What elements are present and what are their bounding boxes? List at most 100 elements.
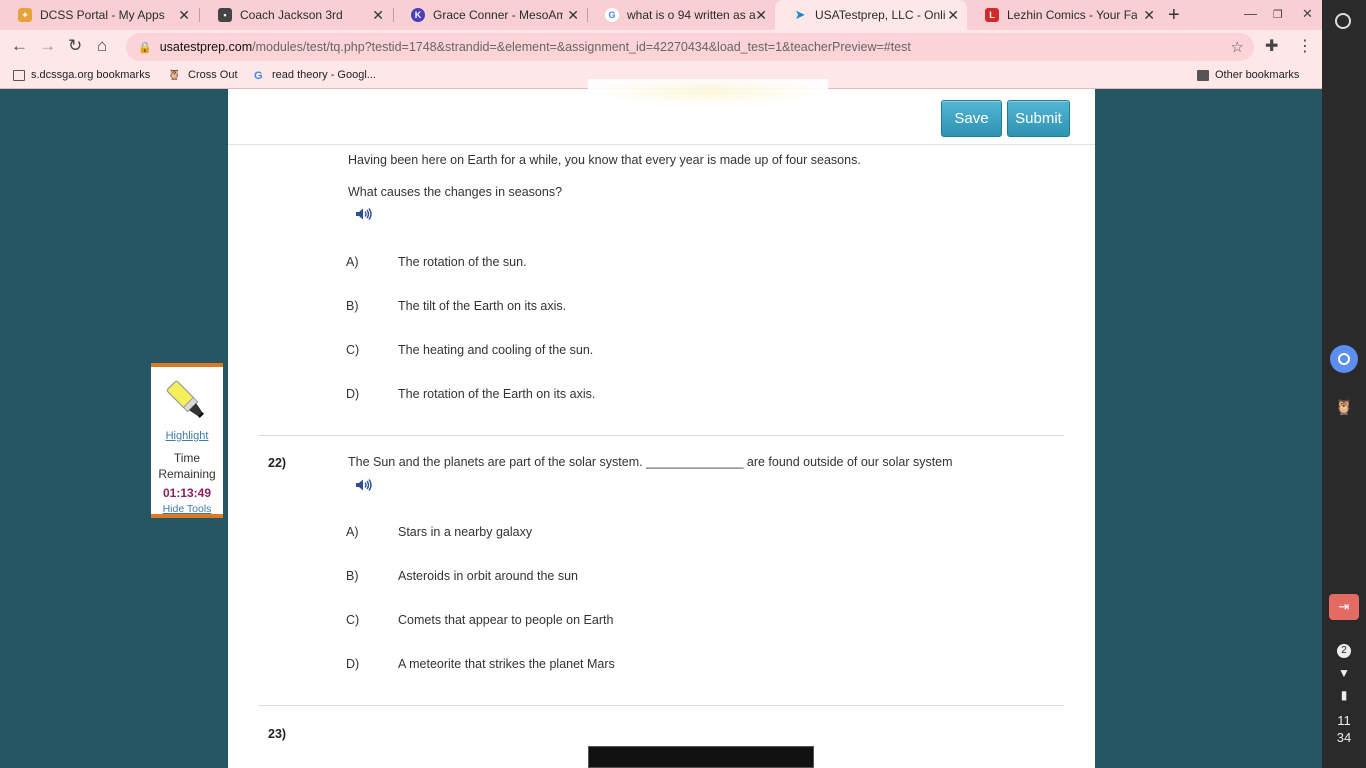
tab-lezhin[interactable]: L Lezhin Comics - Your Fanta ✕ [967, 0, 1163, 30]
choice-letter[interactable]: B) [346, 299, 359, 313]
answer-choice[interactable]: The rotation of the sun. [398, 255, 527, 269]
tab-usatestprep[interactable]: ➤ USATestprep, LLC - Online St ✕ [775, 0, 967, 30]
answer-choice[interactable]: Stars in a nearby galaxy [398, 525, 532, 539]
highlight-link[interactable]: Highlight [151, 430, 223, 442]
tab-coach-jackson[interactable]: ▪ Coach Jackson 3rd ✕ [200, 0, 392, 30]
speaker-icon[interactable] [355, 478, 373, 492]
minimize-icon[interactable]: — [1244, 6, 1257, 21]
menu-icon[interactable]: ⋮ [1297, 36, 1313, 56]
question-divider [259, 435, 1064, 436]
url-path: /modules/test/tq.php?testid=1748&strandi… [252, 40, 911, 54]
lezhin-icon: L [985, 8, 999, 22]
tab-label: DCSS Portal - My Apps [40, 8, 165, 22]
clock-hour: 11 [1337, 713, 1351, 728]
answer-choice[interactable]: Comets that appear to people on Earth [398, 613, 613, 627]
bookmark-cross-out[interactable]: 🦉 Cross Out [168, 69, 238, 81]
extensions-icon[interactable]: ✚ [1265, 36, 1278, 56]
tab-strip: ✦ DCSS Portal - My Apps ✕ ▪ Coach Jackso… [0, 0, 1322, 30]
answer-choice[interactable]: A meteorite that strikes the planet Mars [398, 657, 615, 671]
close-icon[interactable]: ✕ [947, 7, 959, 23]
speaker-icon[interactable] [355, 207, 373, 221]
time-remaining-label: Time Remaining [158, 451, 216, 481]
portal-icon: ✦ [18, 8, 32, 22]
forward-icon[interactable]: → [39, 36, 56, 56]
lock-icon: 🔒 [138, 41, 152, 54]
question-prompt: The Sun and the planets are part of the … [348, 455, 953, 469]
choice-letter[interactable]: C) [346, 613, 359, 627]
classroom-icon: ▪ [218, 8, 232, 22]
answer-choice[interactable]: The heating and cooling of the sun. [398, 343, 593, 357]
tab-label: USATestprep, LLC - Online St [815, 8, 945, 22]
bookmark-dcssga[interactable]: s.dcssga.org bookmarks [13, 69, 150, 81]
tab-dcss-portal[interactable]: ✦ DCSS Portal - My Apps ✕ [0, 0, 198, 30]
test-header: Save Submit [228, 79, 1095, 145]
bookmark-label: s.dcssga.org bookmarks [31, 69, 151, 81]
google-icon: G [254, 69, 263, 82]
question-intro: Having been here on Earth for a while, y… [348, 153, 861, 167]
save-button[interactable]: Save [941, 100, 1002, 137]
bookmark-label: Cross Out [188, 69, 238, 81]
tab-grace-conner[interactable]: K Grace Conner - MesoAmeric ✕ [393, 0, 587, 30]
reload-icon[interactable]: ↻ [68, 36, 82, 56]
answer-choice[interactable]: The tilt of the Earth on its axis. [398, 299, 566, 313]
google-icon: G [605, 8, 619, 22]
other-bookmarks[interactable]: Other bookmarks [1197, 69, 1299, 81]
address-bar[interactable]: 🔒 usatestprep.com/modules/test/tq.php?te… [126, 33, 1254, 61]
close-icon[interactable]: ✕ [178, 7, 190, 23]
question-number: 22) [268, 456, 287, 470]
window-close-icon[interactable]: ✕ [1302, 6, 1313, 22]
clock: 11 34 [1322, 712, 1366, 746]
highlighter-icon[interactable] [163, 377, 211, 425]
star-icon[interactable]: ☆ [1231, 38, 1244, 56]
browser-toolbar: ← → ↻ ⌂ 🔒 usatestprep.com/modules/test/t… [0, 30, 1322, 63]
owl-app-icon[interactable]: 🦉 [1331, 398, 1357, 418]
url-domain: usatestprep.com [159, 40, 253, 54]
system-shelf: 🦉 ⇥ 2 ▼ ▮ 11 34 [1322, 0, 1366, 768]
tab-label: what is o 94 written as a de [627, 8, 757, 22]
notification-badge: 2 [1337, 644, 1351, 658]
tab-label: Coach Jackson 3rd [240, 8, 343, 22]
owl-icon: 🦉 [168, 69, 181, 81]
choice-letter[interactable]: A) [346, 525, 359, 539]
tab-label: Lezhin Comics - Your Fanta [1007, 8, 1137, 22]
timer-value: 01:13:49 [162, 486, 212, 500]
question-image [588, 746, 814, 768]
question-number: 23) [268, 727, 287, 741]
answer-choice[interactable]: The rotation of the Earth on its axis. [398, 387, 595, 401]
other-bookmarks-label: Other bookmarks [1215, 69, 1300, 81]
tools-panel: Highlight Time Remaining 01:13:49 Hide T… [151, 363, 223, 518]
folder-icon [1197, 69, 1209, 81]
choice-letter[interactable]: B) [346, 569, 359, 583]
test-page: Save Submit Having been here on Earth fo… [228, 79, 1095, 768]
status-tray[interactable]: 2 ▼ ▮ 11 34 [1322, 640, 1366, 746]
restore-icon[interactable]: ❐ [1273, 8, 1283, 21]
new-tab-icon[interactable]: + [1168, 4, 1180, 27]
hide-tools-link[interactable]: Hide Tools [151, 503, 223, 515]
bookmark-label: read theory - Googl... [272, 69, 376, 81]
close-icon[interactable]: ✕ [755, 7, 767, 23]
cursor-icon: ➤ [794, 7, 806, 22]
chrome-app-icon[interactable] [1330, 345, 1358, 373]
choice-letter[interactable]: D) [346, 387, 359, 401]
choice-letter[interactable]: A) [346, 255, 359, 269]
wifi-icon: ▼ [1338, 666, 1350, 680]
close-icon[interactable]: ✕ [1143, 7, 1155, 23]
tab-google-search[interactable]: G what is o 94 written as a de ✕ [587, 0, 775, 30]
answer-choice[interactable]: Asteroids in orbit around the sun [398, 569, 578, 583]
tab-label: Grace Conner - MesoAmeric [433, 8, 563, 22]
close-icon[interactable]: ✕ [567, 7, 579, 23]
exit-icon[interactable]: ⇥ [1329, 594, 1359, 620]
clock-minute: 34 [1336, 730, 1352, 745]
home-icon[interactable]: ⌂ [97, 36, 107, 56]
question-divider [259, 705, 1064, 706]
k-icon: K [411, 8, 425, 22]
back-icon[interactable]: ← [11, 36, 28, 56]
question-prompt: What causes the changes in seasons? [348, 185, 563, 199]
close-icon[interactable]: ✕ [372, 7, 384, 23]
choice-letter[interactable]: D) [346, 657, 359, 671]
submit-button[interactable]: Submit [1007, 100, 1070, 137]
launcher-icon[interactable] [1335, 13, 1351, 29]
folder-icon [13, 69, 25, 81]
bookmark-read-theory[interactable]: G read theory - Googl... [254, 69, 376, 82]
choice-letter[interactable]: C) [346, 343, 359, 357]
